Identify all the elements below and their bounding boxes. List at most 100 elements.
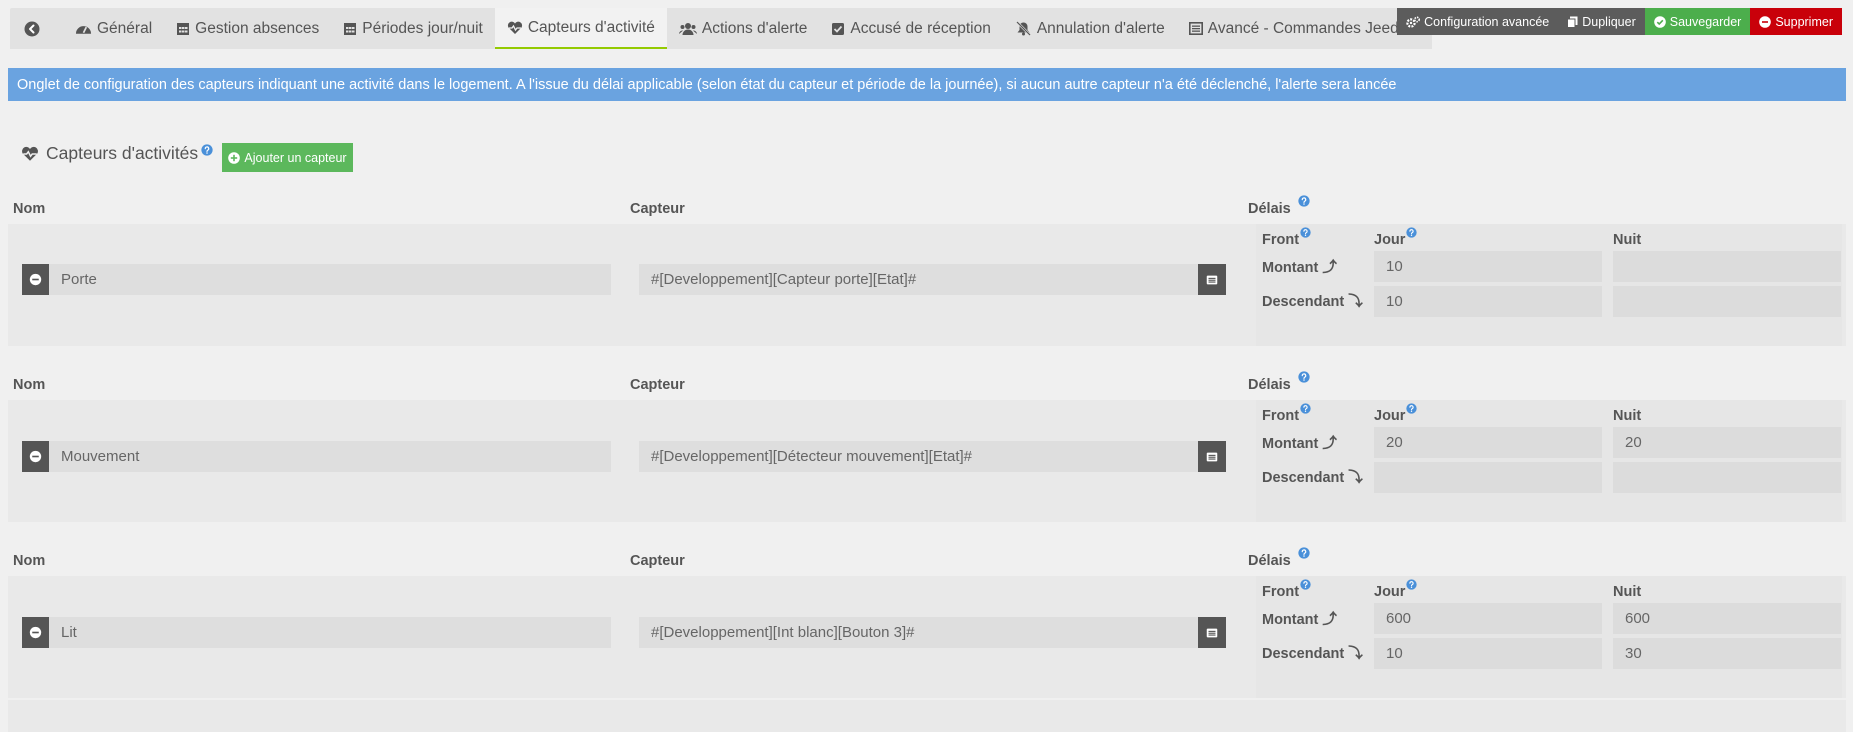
descendant-label: Descendant ⤵: [1262, 290, 1363, 311]
section-title: Capteurs d'activités: [21, 143, 220, 164]
delays-panel: Front Jour Nuit Montant ⤴ Descendant ⤵ 2…: [1256, 400, 1842, 522]
descendant-label: Descendant ⤵: [1262, 466, 1363, 487]
save-button[interactable]: Sauvegarder: [1644, 8, 1751, 35]
list-alt-icon: [1205, 626, 1219, 640]
montant-nuit-input[interactable]: [1613, 251, 1841, 282]
montant-jour-input[interactable]: 10: [1374, 251, 1602, 282]
list-alt-icon: [1205, 273, 1219, 287]
descendant-jour-input[interactable]: 10: [1374, 638, 1602, 669]
delais-label: Délais: [1248, 553, 1291, 569]
delays-panel: Front Jour Nuit Montant ⤴ Descendant ⤵ 6…: [1256, 576, 1842, 698]
descendant-text: Descendant: [1262, 294, 1345, 310]
tab-label: Actions d'alerte: [701, 19, 808, 37]
next-row-background: [8, 700, 1846, 732]
help-icon[interactable]: [201, 144, 213, 156]
descendant-nuit-input[interactable]: 30: [1613, 638, 1841, 669]
tab-label: Avancé - Commandes Jeedom: [1207, 19, 1421, 37]
select-command-button[interactable]: [1198, 264, 1226, 295]
plus-circle-icon: [228, 151, 241, 164]
nuit-label: Nuit: [1613, 232, 1642, 248]
capteur-header: Capteur: [630, 553, 685, 569]
capteur-header: Capteur: [630, 201, 685, 217]
tab-avance-commandes[interactable]: Avancé - Commandes Jeedom: [1177, 8, 1433, 49]
tab-label: Général: [97, 19, 153, 37]
montant-text: Montant: [1262, 260, 1319, 276]
help-icon[interactable]: [1300, 227, 1311, 238]
help-icon[interactable]: [1298, 195, 1310, 207]
descendant-jour-input[interactable]: [1374, 462, 1602, 493]
montant-nuit-input[interactable]: 20: [1613, 427, 1841, 458]
jour-text: Jour: [1374, 408, 1406, 424]
sensor-command-input[interactable]: #[Developpement][Int blanc][Bouton 3]#: [639, 617, 1198, 648]
montant-jour-input[interactable]: 600: [1374, 603, 1602, 634]
delais-label: Délais: [1248, 201, 1291, 217]
delays-panel: Front Jour Nuit Montant ⤴ Descendant ⤵ 1…: [1256, 224, 1842, 346]
duplicate-button[interactable]: Dupliquer: [1558, 8, 1645, 35]
front-label: Front: [1262, 232, 1311, 248]
montant-nuit-input[interactable]: 600: [1613, 603, 1841, 634]
add-sensor-button[interactable]: Ajouter un capteur: [222, 143, 353, 172]
descendant-nuit-input[interactable]: [1613, 462, 1841, 493]
descendant-text: Descendant: [1262, 646, 1345, 662]
front-text: Front: [1262, 232, 1300, 248]
tab-label: Capteurs d'activité: [527, 18, 655, 36]
delete-label: Supprimer: [1775, 14, 1833, 29]
front-text: Front: [1262, 584, 1300, 600]
sensor-name-input[interactable]: Lit: [49, 617, 611, 648]
tab-actions-alerte[interactable]: Actions d'alerte: [667, 8, 820, 49]
descendant-nuit-input[interactable]: [1613, 286, 1841, 317]
montant-text: Montant: [1262, 612, 1319, 628]
help-icon[interactable]: [1298, 371, 1310, 383]
tab-annulation-alerte[interactable]: Annulation d'alerte: [1003, 8, 1177, 49]
delais-header: Délais: [1248, 553, 1310, 569]
save-label: Sauvegarder: [1669, 14, 1742, 29]
tab-gestion-absences[interactable]: Gestion absences: [164, 8, 331, 49]
help-icon[interactable]: [1298, 547, 1310, 559]
long-arrow-up-icon: ⤴: [1322, 612, 1337, 628]
sensor-command-input[interactable]: #[Developpement][Capteur porte][Etat]#: [639, 264, 1198, 295]
dashboard-icon: [75, 25, 92, 34]
montant-jour-input[interactable]: 20: [1374, 427, 1602, 458]
front-label: Front: [1262, 584, 1311, 600]
sensor-name-input[interactable]: Porte: [49, 264, 611, 295]
sensor-name-input[interactable]: Mouvement: [49, 441, 611, 472]
descendant-jour-input[interactable]: 10: [1374, 286, 1602, 317]
tab-general[interactable]: Général: [63, 8, 164, 49]
duplicate-label: Dupliquer: [1582, 14, 1636, 29]
tab-label: Accusé de réception: [850, 19, 991, 37]
remove-sensor-button[interactable]: [22, 264, 49, 295]
jour-label: Jour: [1374, 584, 1417, 600]
help-icon[interactable]: [1406, 579, 1417, 590]
back-button[interactable]: [10, 8, 63, 49]
tab-accuse-reception[interactable]: Accusé de réception: [819, 8, 1002, 49]
nom-header: Nom: [13, 377, 46, 393]
tab-periodes[interactable]: Périodes jour/nuit: [331, 8, 495, 49]
minus-circle-icon: [1759, 15, 1772, 28]
delete-button[interactable]: Supprimer: [1750, 8, 1842, 35]
delais-header: Délais: [1248, 377, 1310, 393]
sensor-command-input[interactable]: #[Developpement][Détecteur mouvement][Et…: [639, 441, 1198, 472]
help-icon[interactable]: [1406, 227, 1417, 238]
help-icon[interactable]: [1300, 579, 1311, 590]
jour-text: Jour: [1374, 584, 1406, 600]
select-command-button[interactable]: [1198, 441, 1226, 472]
jour-label: Jour: [1374, 408, 1417, 424]
calendar-icon: [177, 23, 190, 35]
check-circle-icon: [1653, 15, 1666, 28]
check-square-icon: [832, 22, 845, 35]
minus-circle-icon: [29, 273, 42, 286]
remove-sensor-button[interactable]: [22, 617, 49, 648]
heartbeat-icon: [507, 21, 522, 34]
advanced-config-button[interactable]: Configuration avancée: [1397, 8, 1559, 35]
help-icon[interactable]: [1300, 403, 1311, 414]
help-icon[interactable]: [1406, 403, 1417, 414]
tab-capteurs[interactable]: Capteurs d'activité: [494, 8, 667, 49]
long-arrow-down-icon: ⤵: [1348, 646, 1363, 662]
long-arrow-down-icon: ⤵: [1348, 294, 1363, 310]
remove-sensor-button[interactable]: [22, 441, 49, 472]
calendar-icon: [344, 23, 357, 35]
users-icon: [678, 22, 697, 35]
add-sensor-label: Ajouter un capteur: [244, 150, 347, 165]
montant-label: Montant ⤴: [1262, 432, 1337, 453]
select-command-button[interactable]: [1198, 617, 1226, 648]
